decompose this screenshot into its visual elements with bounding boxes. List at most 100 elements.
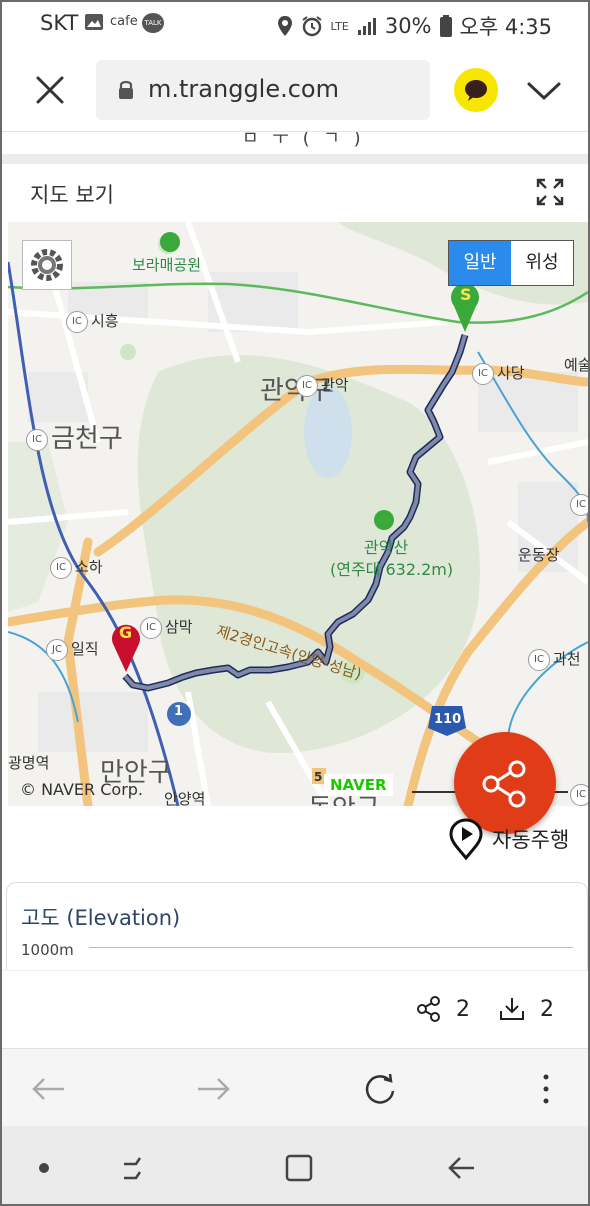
auto-play-label: 자동주행	[492, 828, 570, 852]
device-frame: SKT cafe TALK LTE 30% 오후 4:35 m.tranggle…	[0, 0, 590, 1206]
carrier-label: SKT	[40, 11, 79, 35]
battery-icon	[439, 15, 452, 37]
naver-logo: NAVER	[324, 774, 393, 796]
map-label-gwanak-ic-text: 관악	[321, 376, 349, 394]
map-label-gwacheon: IC 과천	[528, 648, 581, 671]
kakaotalk-badge: TALK	[142, 13, 164, 33]
location-icon	[277, 16, 292, 36]
back-arrow-icon[interactable]	[28, 1071, 68, 1107]
auto-play-button[interactable]: 자동주행	[448, 818, 569, 860]
image-icon	[85, 14, 103, 30]
ic-badge: IC	[26, 428, 48, 451]
elevation-card: 고도 (Elevation) 1000m	[6, 882, 588, 970]
jc-badge: JC	[46, 638, 68, 661]
chat-bubble-icon	[465, 80, 487, 101]
system-back-icon[interactable]	[442, 1150, 482, 1186]
map-label-soha-text: 소하	[75, 558, 103, 576]
map-mode-toggle: 일반 위성	[448, 240, 574, 286]
mountain-peak-icon	[374, 510, 394, 530]
map-label-gwangmyeong: 광명역	[8, 754, 50, 772]
route-5-shield: 5	[314, 770, 323, 784]
map-label-siheung-text: 시흥	[91, 312, 119, 330]
forward-arrow-icon[interactable]	[194, 1071, 234, 1107]
map-label-mountain: 관악산	[364, 538, 409, 557]
alarm-icon	[301, 16, 322, 37]
more-menu-icon[interactable]	[526, 1071, 566, 1107]
map-label-geumcheon-text: 금천구	[51, 424, 123, 454]
route-110-shield: 110	[434, 712, 462, 727]
ic-badge: IC	[472, 362, 494, 385]
ic-badge: IC	[140, 616, 162, 639]
network-label: LTE	[330, 19, 349, 33]
gear-icon	[31, 249, 63, 281]
ic-badge-east: IC	[570, 494, 588, 516]
route-map[interactable]: 일반 위성 S G 보라매공원 IC시흥 관악구 IC관악 IC사당 예술 IC…	[8, 222, 588, 806]
map-label-sammak-text: 삼막	[165, 618, 193, 636]
address-bar[interactable]: m.tranggle.com	[96, 60, 430, 120]
map-label-undongjang: 운동장	[518, 546, 560, 564]
map-label-gwanak-ic: IC 관악	[296, 374, 349, 397]
share-icon	[417, 996, 440, 1022]
map-label-sammak: IC 삼막	[140, 616, 193, 639]
clock: 오후 4:35	[459, 15, 552, 39]
ic-badge: IC	[528, 648, 550, 671]
map-section-title: 지도 보기	[30, 183, 114, 207]
status-bar: SKT cafe TALK LTE 30% 오후 4:35	[2, 2, 588, 48]
map-label-sadang-text: 사당	[497, 364, 525, 382]
ic-badge: IC	[50, 556, 72, 579]
map-label-soha: IC 소하	[50, 556, 103, 579]
url-text: m.tranggle.com	[148, 75, 339, 103]
chevron-down-icon[interactable]	[525, 76, 563, 104]
system-nav-bar	[2, 1126, 588, 1204]
map-label-siheung: IC 시흥	[66, 310, 119, 333]
download-count-button[interactable]: 2	[498, 995, 554, 1023]
share-count: 2	[456, 996, 470, 1022]
cafe-label: cafe	[110, 14, 138, 29]
cut-off-text: ㅁ ㅜ ( ㄱ )	[242, 132, 365, 149]
map-section-header: 지도 보기	[2, 164, 588, 222]
map-label-ilijik: JC 일직	[46, 638, 99, 661]
map-settings-button[interactable]	[22, 240, 72, 290]
elevation-title: 고도 (Elevation)	[21, 906, 181, 930]
elevation-gridline	[89, 947, 573, 948]
stats-row: 2 2	[2, 970, 588, 1048]
park-icon	[160, 232, 180, 252]
ic-badge: IC	[296, 374, 318, 397]
map-copyright: © NAVER Corp.	[20, 780, 144, 799]
map-label-yesul: 예술	[564, 356, 588, 374]
signal-icon	[357, 18, 376, 35]
route-1-shield: 1	[174, 704, 184, 719]
map-label-ilijik-text: 일직	[71, 640, 99, 658]
recent-apps-icon[interactable]	[116, 1150, 156, 1186]
status-right: LTE 30% 오후 4:35	[277, 11, 552, 41]
reload-icon[interactable]	[360, 1071, 400, 1107]
kakaotalk-button[interactable]	[454, 68, 498, 112]
download-icon	[500, 998, 524, 1020]
ic-badge-southeast: IC	[570, 784, 588, 806]
share-count-button[interactable]: 2	[414, 995, 470, 1023]
map-label-mountain-sub: (연주대 632.2m)	[330, 560, 454, 579]
map-label-sadang: IC 사당	[472, 362, 525, 385]
browser-toolbar: m.tranggle.com	[2, 48, 588, 132]
map-label-gwacheon-text: 과천	[553, 650, 581, 668]
map-label-anyang-station: 안양역	[164, 790, 206, 806]
map-label-geumcheon-district: IC 금천구	[26, 418, 123, 455]
browser-bottom-nav	[2, 1048, 588, 1126]
fullscreen-icon[interactable]	[536, 178, 564, 206]
map-label-boramae: 보라매공원	[132, 256, 202, 274]
start-marker-letter: S	[460, 285, 472, 304]
cut-off-header: ㅁ ㅜ ( ㄱ )	[2, 132, 588, 154]
home-icon[interactable]	[280, 1150, 320, 1186]
goal-marker-letter: G	[119, 623, 133, 642]
nav-dot-icon	[39, 1163, 49, 1173]
play-pin-icon	[449, 818, 483, 860]
elevation-y-tick: 1000m	[21, 941, 74, 959]
close-icon[interactable]	[30, 70, 70, 110]
lock-icon	[119, 80, 133, 99]
download-count: 2	[540, 996, 554, 1022]
ic-badge: IC	[66, 310, 88, 333]
mode-general-button[interactable]: 일반	[449, 241, 511, 285]
mode-satellite-button[interactable]: 위성	[511, 241, 573, 285]
section-divider	[2, 154, 588, 164]
battery-percent: 30%	[384, 14, 432, 38]
